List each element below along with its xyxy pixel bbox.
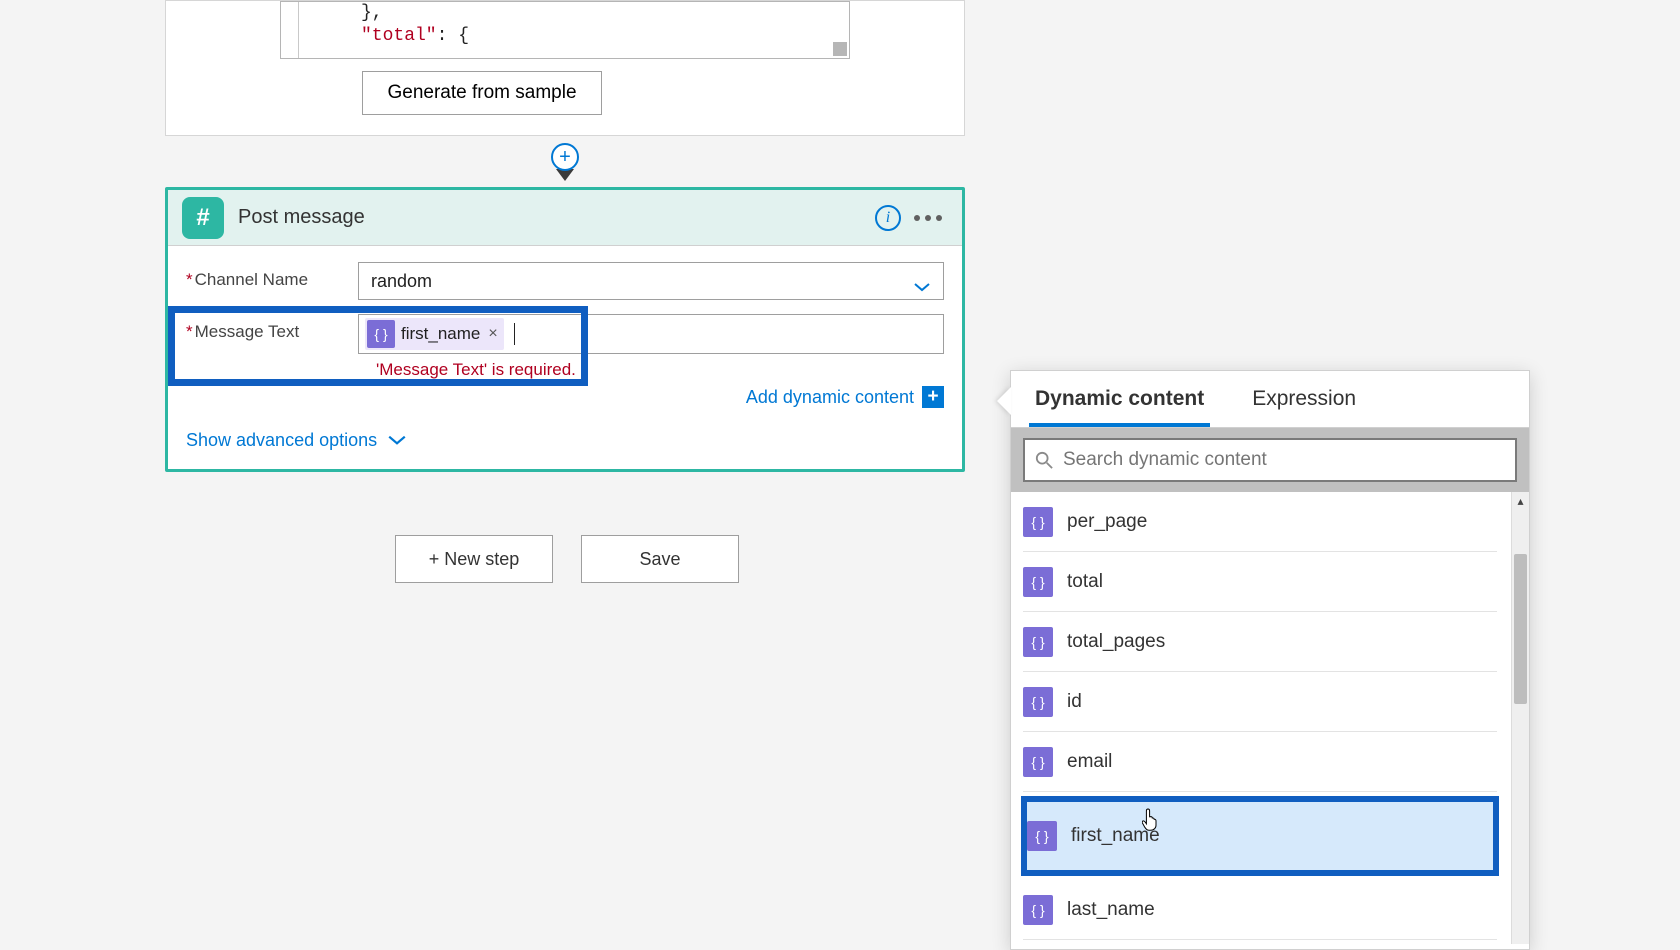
post-message-card: # Post message i *Channel Name random [165,187,965,472]
flow-footer-buttons: + New step Save [395,535,739,583]
token-icon: { } [1023,627,1053,657]
info-icon: i [875,205,901,231]
token-icon: { } [1023,687,1053,717]
tab-dynamic-content[interactable]: Dynamic content [1029,371,1210,427]
token-label: first_name [401,324,480,344]
add-dynamic-content-link[interactable]: Add dynamic content + [746,386,944,408]
token-icon: { } [1027,821,1057,851]
token-icon: { } [1023,895,1053,925]
scrollbar-track[interactable]: ▴ [1511,492,1529,944]
json-key: "total" [361,26,437,46]
message-text-row: *Message Text { } first_name × [186,314,944,354]
dynamic-item-label: total [1067,571,1103,593]
show-advanced-label: Show advanced options [186,430,377,451]
dynamic-item-last_name[interactable]: { } last_name [1023,880,1497,940]
json-line-1: }, [361,3,383,23]
message-text-input[interactable]: { } first_name × [358,314,944,354]
tab-expression[interactable]: Expression [1246,371,1362,427]
ellipsis-icon [913,214,943,222]
search-input[interactable] [1063,449,1505,471]
insert-step-button[interactable]: + [551,143,579,171]
save-button[interactable]: Save [581,535,739,583]
mouse-cursor-hand-icon [1142,807,1160,831]
scroll-up-arrow-icon[interactable]: ▴ [1512,492,1529,510]
token-icon: { } [1023,507,1053,537]
flow-connector: + [545,143,585,191]
new-step-button[interactable]: + New step [395,535,553,583]
generate-from-sample-button[interactable]: Generate from sample [362,71,602,115]
dynamic-item-total[interactable]: { } total [1023,552,1497,612]
card-title: Post message [238,206,868,229]
dynamic-item-total_pages[interactable]: { } total_pages [1023,612,1497,672]
code-gutter [281,2,299,58]
dynamic-token-first-name[interactable]: { } first_name × [365,318,504,350]
show-advanced-options-toggle[interactable]: Show advanced options [186,430,407,451]
more-options-button[interactable] [908,198,948,238]
dynamic-content-popover: Dynamic content Expression { }per_page{ … [1010,370,1530,950]
validation-error: 'Message Text' is required. [376,360,944,380]
slack-icon: # [182,197,224,239]
channel-name-row: *Channel Name random [186,262,944,300]
dynamic-item-id[interactable]: { } id [1023,672,1497,732]
channel-name-dropdown[interactable]: random [358,262,944,300]
dynamic-item-label: total_pages [1067,631,1165,653]
text-caret [514,323,515,345]
search-bar-wrap [1011,428,1529,492]
channel-name-value: random [371,271,432,292]
search-field-wrap[interactable] [1023,438,1517,482]
json-schema-preview[interactable]: }, "total": { [280,1,850,59]
search-icon [1035,451,1053,469]
scrollbar-thumb[interactable] [1514,554,1527,704]
popover-tabs: Dynamic content Expression [1011,371,1529,428]
chevron-down-icon [913,276,931,286]
token-icon: { } [1023,747,1053,777]
plus-icon: + [922,386,944,408]
dynamic-item-list: { }per_page{ }total{ }total_pages{ }id{ … [1011,492,1529,944]
dynamic-item-label: last_name [1067,899,1155,921]
dynamic-item-avatar[interactable]: { }avatar [1023,940,1497,944]
token-remove-button[interactable]: × [488,325,497,343]
scroll-corner [833,42,847,56]
chevron-down-icon [387,430,407,451]
token-icon: { } [367,320,395,348]
dynamic-item-per_page[interactable]: { } per_page [1023,492,1497,552]
card-header[interactable]: # Post message i [168,190,962,246]
token-icon: { } [1023,567,1053,597]
info-button[interactable]: i [868,198,908,238]
dynamic-item-email[interactable]: { } email [1023,732,1497,792]
parse-json-card-tail: }, "total": { Generate from sample [165,0,965,136]
dynamic-item-label: id [1067,691,1082,713]
dynamic-item-label: per_page [1067,511,1147,533]
dynamic-item-first_name[interactable]: { }first_name [1021,796,1499,876]
channel-name-label: *Channel Name [186,262,358,290]
add-dynamic-content-label: Add dynamic content [746,387,914,408]
dynamic-item-label: email [1067,751,1112,773]
message-text-label: *Message Text [186,314,358,342]
json-brace: : { [437,26,469,46]
